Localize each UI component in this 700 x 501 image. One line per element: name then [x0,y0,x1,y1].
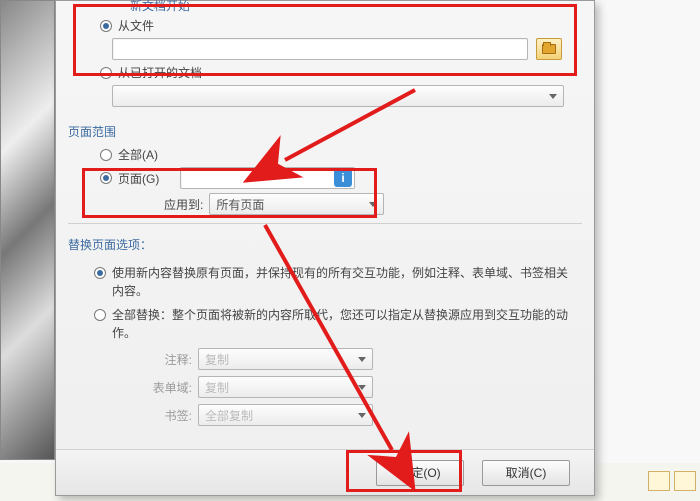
from-open-doc-label: 从已打开的文档 [118,64,202,81]
dialog-button-bar: 确定(O) 取消(C) [56,449,594,495]
apply-to-label: 应用到: [164,196,203,213]
page-range-group-title: 页面范围 [56,117,594,144]
full-replace-row: 全部替换：整个页面将被新的内容所取代，您还可以指定从替换源应用到交互功能的动作。 [74,303,576,345]
annotation-row: 注释: 复制 [74,345,576,373]
keep-option-label: 使用新内容替换原有页面，并保持现有的所有交互功能，例如注释、表单域、书签相关内容… [112,264,576,300]
annotation-select[interactable]: 复制 [198,348,373,370]
from-open-doc-radio[interactable] [100,67,112,79]
apply-to-select[interactable]: 所有页面 [209,193,384,215]
bookmark-row: 书签: 全部复制 [74,401,576,429]
file-path-row [56,36,594,62]
cancel-button[interactable]: 取消(C) [482,460,570,486]
from-file-row: 从文件 [56,15,594,36]
full-replace-label: 全部替换：整个页面将被新的内容所取代，您还可以指定从替换源应用到交互功能的动作。 [112,306,576,342]
replace-options-block: 使用新内容替换原有页面，并保持现有的所有交互功能，例如注释、表单域、书签相关内容… [56,257,594,433]
open-doc-select-row [56,83,594,109]
keep-option-radio[interactable] [94,267,106,279]
full-replace-radio[interactable] [94,309,106,321]
source-group-title: 新文档开始 [130,0,190,14]
pages-input[interactable] [180,167,355,189]
keep-option-row: 使用新内容替换原有页面，并保持现有的所有交互功能，例如注释、表单域、书签相关内容… [74,261,576,303]
from-open-doc-row: 从已打开的文档 [56,62,594,83]
info-icon[interactable]: i [334,169,352,187]
open-doc-select[interactable] [112,85,564,107]
from-file-radio[interactable] [100,20,112,32]
annotation-value: 复制 [205,351,229,368]
replace-options-title: 替换页面选项： [56,230,594,257]
from-file-label: 从文件 [118,17,154,34]
pages-row: 页面(G) i [56,165,594,191]
browse-button[interactable] [536,38,562,60]
bookmark-label: 书签: [132,407,192,424]
pages-radio[interactable] [100,172,112,184]
form-field-label: 表单域: [132,379,192,396]
background-corner-icons [648,471,696,491]
form-field-row: 表单域: 复制 [74,373,576,401]
divider-1 [68,223,582,224]
bookmark-value: 全部复制 [205,407,253,424]
replace-pages-dialog: 新文档开始 从文件 从已打开的文档 页面范围 全部(A) 页面(G) [55,0,595,496]
apply-to-value: 所有页面 [216,196,264,213]
form-field-value: 复制 [205,379,229,396]
apply-to-row: 应用到: 所有页面 [56,191,594,217]
form-field-select[interactable]: 复制 [198,376,373,398]
background-thumbnail [0,0,55,460]
all-pages-label: 全部(A) [118,146,158,163]
file-path-input[interactable] [112,38,528,60]
annotation-label: 注释: [132,351,192,368]
bookmark-select[interactable]: 全部复制 [198,404,373,426]
all-pages-row: 全部(A) [56,144,594,165]
folder-icon [542,44,556,54]
ok-button[interactable]: 确定(O) [376,460,464,486]
pages-label: 页面(G) [118,170,174,187]
all-pages-radio[interactable] [100,149,112,161]
bg-icon-2 [674,471,696,491]
bg-icon-1 [648,471,670,491]
